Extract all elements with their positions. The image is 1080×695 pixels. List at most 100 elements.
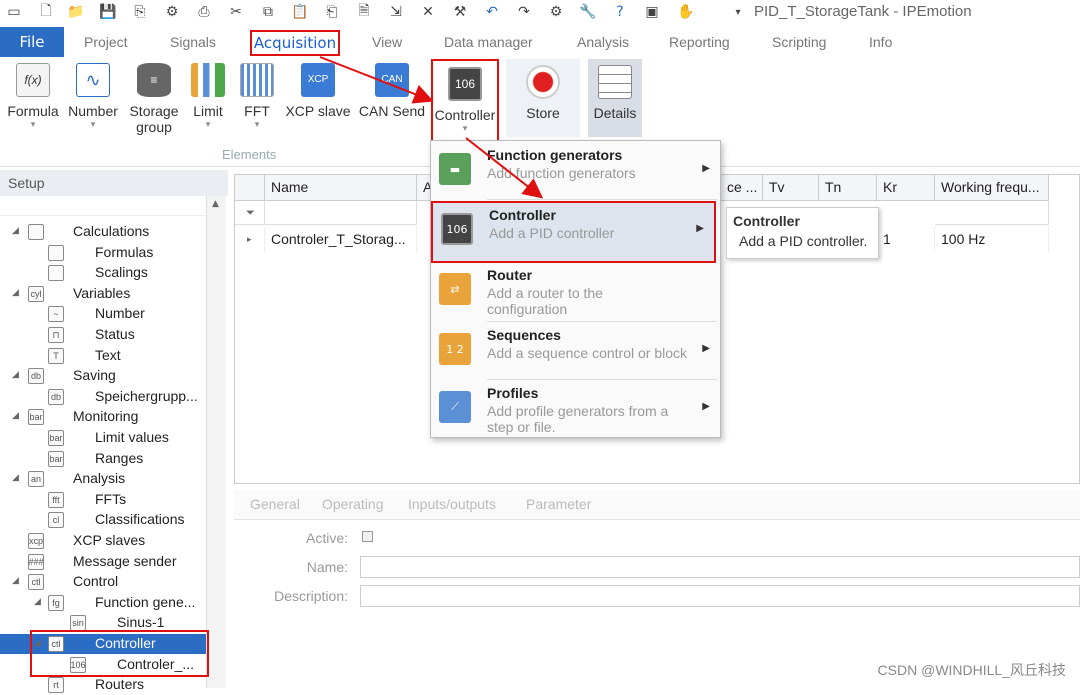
delete-icon[interactable]: ✕ (418, 2, 438, 22)
paste-icon[interactable]: 📋 (290, 2, 310, 22)
setup-tree[interactable]: ▲ ◢ Calculations Formulas Scalings ◢ cyl Varia… (0, 196, 226, 694)
menu-item-controller[interactable]: 106 Controller Add a PID controller ▶ (431, 201, 716, 263)
auto-icon[interactable]: ⚙ (162, 2, 182, 22)
tree-item[interactable]: ◢ fg Function gene... (0, 593, 206, 613)
tree-item[interactable]: ◢ db Saving (0, 366, 206, 386)
can-send-button[interactable]: CAN CAN Send (358, 61, 426, 119)
tools-icon[interactable]: ⚒ (450, 2, 470, 22)
menu-acquisition[interactable]: Acquisition (250, 30, 340, 56)
col-header-tv[interactable]: Tv (763, 175, 819, 201)
tree-item[interactable]: Formulas (0, 243, 206, 263)
storage-group-button[interactable]: ≡ Storage group (126, 61, 182, 135)
open-folder-icon[interactable]: 📁 (66, 2, 86, 22)
active-checkbox[interactable] (362, 531, 373, 542)
col-header-a[interactable]: A (417, 175, 431, 201)
tree-expand-icon[interactable]: ◢ (12, 369, 19, 380)
menu-view[interactable]: View (372, 34, 402, 50)
menu-info[interactable]: Info (869, 34, 892, 50)
scroll-up-icon[interactable]: ▲ (212, 199, 219, 209)
tree-item[interactable]: bar Ranges (0, 449, 206, 469)
menu-signals[interactable]: Signals (170, 34, 216, 50)
save-icon[interactable]: 💾 (98, 2, 118, 22)
name-field[interactable] (360, 556, 1080, 578)
print-icon[interactable]: ⎙ (194, 2, 214, 22)
menu-analysis[interactable]: Analysis (577, 34, 629, 50)
tree-item[interactable]: ~ Number (0, 304, 206, 324)
settings-gear-icon[interactable]: ⚙ (546, 2, 566, 22)
fft-button[interactable]: FFT ▾ (238, 61, 276, 129)
tree-filter-row[interactable] (0, 196, 206, 216)
filter-name-cell[interactable] (265, 201, 417, 225)
image-icon[interactable]: ▣ (642, 2, 662, 22)
tree-item[interactable]: fft FFTs (0, 490, 206, 510)
cell-kr[interactable]: 1 (877, 227, 935, 253)
tree-expand-icon[interactable]: ◢ (12, 472, 19, 483)
menu-item-function-generators[interactable]: ▬ Function generators Add function gener… (431, 143, 720, 201)
save-as-icon[interactable]: ⎘ (130, 2, 150, 22)
tree-scrollbar[interactable]: ▲ (206, 196, 226, 688)
customize-dropdown-icon[interactable]: ▾ (728, 2, 748, 22)
tree-item[interactable]: T Text (0, 346, 206, 366)
menu-item-router[interactable]: ⇄ Router Add a router to the configurati… (431, 263, 720, 321)
undo-icon[interactable]: ↶ (482, 2, 502, 22)
filter-freq-cell[interactable] (935, 201, 1049, 225)
tree-item[interactable]: ### Message sender (0, 552, 206, 572)
formula-button[interactable]: f(x) Formula ▾ (6, 61, 60, 129)
sequences-icon: 1 2 (439, 333, 471, 365)
controller-button[interactable]: 106 Controller ▾ (431, 59, 499, 142)
copy-icon[interactable]: ⧉ (258, 2, 278, 22)
paste-special-icon[interactable]: ⎗ (322, 2, 342, 22)
col-header-tn[interactable]: Tn (819, 175, 877, 201)
col-header-working-frequency[interactable]: Working frequ... (935, 175, 1049, 201)
document-icon[interactable]: 🗎 (354, 2, 374, 22)
tree-item[interactable]: rt Routers (0, 675, 206, 695)
col-header-ce[interactable]: ce ... (721, 175, 763, 201)
tree-item[interactable]: Scalings (0, 263, 206, 283)
tree-item[interactable]: xcp XCP slaves (0, 531, 206, 551)
tree-item[interactable]: cl Classifications (0, 510, 206, 530)
cell-name[interactable]: Controler_T_Storag... (265, 227, 417, 253)
tab-inputs-outputs[interactable]: Inputs/outputs (408, 496, 496, 512)
description-field[interactable] (360, 585, 1080, 607)
tree-item[interactable]: ◢ bar Monitoring (0, 407, 206, 427)
menu-data-manager[interactable]: Data manager (444, 34, 533, 50)
limit-button[interactable]: Limit ▾ (188, 61, 228, 129)
tree-expand-icon[interactable]: ◢ (12, 225, 19, 236)
details-button[interactable]: Details (588, 59, 642, 137)
tree-expand-icon[interactable]: ◢ (12, 410, 19, 421)
tree-expand-icon[interactable]: ◢ (34, 596, 41, 607)
xcp-slave-button[interactable]: XCP XCP slave (284, 61, 352, 119)
row-expand-icon[interactable]: ▸ (235, 227, 265, 253)
number-button[interactable]: ∿ Number ▾ (66, 61, 120, 129)
tree-item[interactable]: bar Limit values (0, 428, 206, 448)
menu-project[interactable]: Project (84, 34, 128, 50)
store-button[interactable]: Store (506, 59, 580, 137)
menu-scripting[interactable]: Scripting (772, 34, 826, 50)
tree-expand-icon[interactable]: ◢ (12, 575, 19, 586)
tree-item[interactable]: ◢ Calculations (0, 222, 206, 242)
tab-operating[interactable]: Operating (322, 496, 383, 512)
filter-funnel-icon[interactable]: ⏷ (235, 201, 265, 225)
tree-item[interactable]: ◢ cyl Variables (0, 284, 206, 304)
menu-reporting[interactable]: Reporting (669, 34, 730, 50)
menu-item-sequences[interactable]: 1 2 Sequences Add a sequence control or … (431, 323, 720, 381)
hand-icon[interactable]: ✋ (676, 2, 696, 22)
tree-item[interactable]: ◢ ctl Control (0, 572, 206, 592)
redo-icon[interactable]: ↷ (514, 2, 534, 22)
menu-file[interactable]: File (0, 27, 64, 57)
export-icon[interactable]: ⇲ (386, 2, 406, 22)
new-icon[interactable]: 🗋 (36, 2, 56, 22)
cut-icon[interactable]: ✂ (226, 2, 246, 22)
tree-item[interactable]: db Speichergrupp... (0, 387, 206, 407)
menu-item-profiles[interactable]: ⟋ Profiles Add profile generators from a… (431, 381, 720, 439)
tab-parameter[interactable]: Parameter (526, 496, 591, 512)
col-header-name[interactable]: Name (265, 175, 417, 201)
cell-working-frequency[interactable]: 100 Hz (935, 227, 1049, 253)
col-header-kr[interactable]: Kr (877, 175, 935, 201)
tab-general[interactable]: General (250, 496, 300, 512)
help-icon[interactable]: ? (610, 2, 630, 22)
tree-item[interactable]: ⊓ Status (0, 325, 206, 345)
wrench-icon[interactable]: 🔧 (578, 2, 598, 22)
tree-expand-icon[interactable]: ◢ (12, 287, 19, 298)
tree-item[interactable]: ◢ an Analysis (0, 469, 206, 489)
